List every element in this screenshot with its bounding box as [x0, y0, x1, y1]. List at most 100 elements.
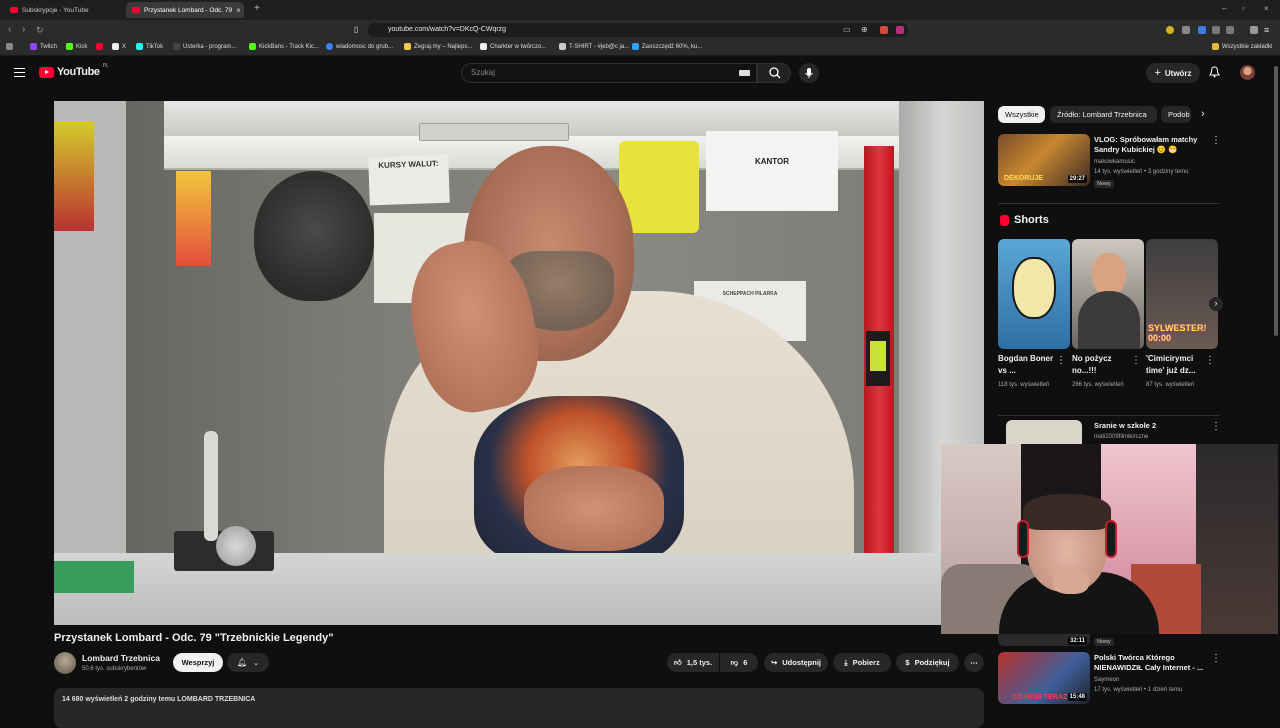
extensions-puzzle-icon[interactable] [1212, 26, 1220, 34]
streamer-hand [1053, 570, 1089, 594]
card-terminal-pen [204, 431, 218, 541]
bookmark-kickbans[interactable]: KickBans - Track Kic... [249, 43, 319, 50]
tab-current-video[interactable]: Przystanek Lombard - Odc. 79 × [126, 2, 244, 18]
voice-search-button[interactable] [799, 63, 819, 83]
page-scrollbar[interactable] [1274, 66, 1278, 336]
level-vial [870, 341, 886, 371]
like-button[interactable]: 👍︎ 1,5 tys. [667, 653, 719, 672]
short-views: 87 tys. wyświetleń [1146, 382, 1195, 388]
extension-sound-icon[interactable] [1198, 26, 1206, 34]
search-button[interactable] [757, 63, 791, 83]
forward-icon[interactable]: › [22, 24, 25, 36]
rec-channel[interactable]: Saymeon [1094, 676, 1119, 685]
shorts-icon [1000, 214, 1009, 226]
bookmarks-folder[interactable]: Wszystkie zakładki [1212, 43, 1272, 50]
keyboard-icon[interactable] [739, 70, 750, 76]
person-face [1092, 253, 1126, 295]
dislike-button[interactable]: 👎︎ 6 [720, 653, 758, 672]
rec-title[interactable]: Sranie w szkole 2 [1094, 421, 1156, 431]
close-tab-icon[interactable]: × [236, 6, 241, 15]
bookmark-twitch[interactable]: Twitch [30, 43, 57, 50]
notification-settings-button[interactable]: 🔔︎ ⌄ [227, 653, 269, 672]
bookmark-youtube[interactable] [96, 43, 103, 50]
minimize-icon[interactable]: – [1222, 4, 1226, 13]
thanks-button[interactable]: $ Podziękuj [896, 653, 959, 672]
bookmark-wiadomosc[interactable]: wiadomosc do grub... [326, 43, 393, 50]
thumbs-up-icon: 👍︎ [673, 657, 682, 667]
apps-grid-icon[interactable] [6, 43, 13, 50]
extension-coin-icon[interactable] [1166, 26, 1174, 34]
video-player[interactable]: KURSY WALUT: KANTOR SCHEPPACH PILARKA [54, 101, 984, 625]
chip-source-channel[interactable]: Źródło: Lombard Trzebnica [1050, 106, 1157, 123]
bookmark-tshirt[interactable]: T-SHIRT - #jeb@c ja... [559, 43, 629, 50]
search-input[interactable]: Szukaj [461, 63, 757, 83]
cast-icon[interactable]: ▭ [843, 24, 851, 36]
bookmark-zaoszczedz[interactable]: Zaoszczędź 60%, ku... [632, 43, 702, 50]
new-badge: Nowy [1094, 638, 1114, 646]
short-thumbnail[interactable]: SYLWESTER! 00:00 [1146, 239, 1218, 349]
close-window-icon[interactable]: × [1264, 4, 1269, 13]
bookmark-zegraj[interactable]: Zegraj.my – Najleps... [404, 43, 472, 50]
channel-name[interactable]: Lombard Trzebnica [82, 653, 160, 663]
short-title[interactable]: 'Cimicirymci time' już dz... [1146, 353, 1204, 377]
download-button[interactable]: ⤓ Pobierz [833, 653, 891, 672]
create-button[interactable]: + Utwórz [1146, 63, 1200, 83]
new-tab-icon[interactable]: + [254, 3, 260, 14]
rec-thumbnail[interactable]: 32:11 [998, 634, 1090, 646]
rec-thumbnail[interactable] [1006, 420, 1082, 444]
extension-shield-icon[interactable] [880, 26, 888, 34]
notifications-bell-icon[interactable] [1209, 66, 1220, 81]
chevron-right-icon[interactable]: › [1201, 108, 1205, 120]
bookmark-charkter[interactable]: Charkter w twórczo... [480, 43, 546, 50]
short-title[interactable]: No pożycz no...!!! [1072, 353, 1130, 377]
shorts-next-icon[interactable]: › [1209, 297, 1223, 311]
bookmark-x[interactable]: X [112, 43, 126, 50]
webcam-overlay [941, 444, 1278, 634]
hamburger-menu-icon[interactable] [14, 68, 25, 77]
youtube-favicon-icon [132, 7, 140, 13]
youtube-logo[interactable]: YouTube PL [39, 63, 109, 78]
bookmark-kick[interactable]: Kick [66, 43, 87, 50]
reload-icon[interactable]: ↻ [36, 24, 44, 36]
rec-channel[interactable]: mati2009filmikirczne [1094, 433, 1148, 442]
bookmark-tiktok[interactable]: TikTok [136, 43, 163, 50]
support-button[interactable]: Wesprzyj [173, 653, 223, 672]
extension-triangle-icon[interactable] [896, 26, 904, 34]
sidebar-panel-icon[interactable] [1226, 26, 1234, 34]
browser-tab-bar: Subskrypcje - YouTube Przystanek Lombard… [0, 0, 1280, 20]
bookmark-usterka[interactable]: Usterka - program... [173, 43, 236, 50]
back-icon[interactable]: ‹ [8, 24, 11, 36]
browser-menu-icon[interactable]: ≡ [1264, 24, 1269, 36]
chip-all[interactable]: Wszystkie [998, 106, 1045, 123]
tab-subscriptions[interactable]: Subskrypcje - YouTube [4, 2, 122, 18]
more-vert-icon[interactable]: ⋮ [1205, 355, 1215, 366]
rec-title[interactable]: Polski Twórca Którego NIENAWIDZIŁ Cały I… [1094, 653, 1206, 673]
maximize-icon[interactable]: ▫ [1242, 4, 1245, 13]
more-vert-icon[interactable]: ⋮ [1131, 355, 1141, 366]
more-vert-icon[interactable]: ⋮ [1056, 355, 1066, 366]
media-control-icon[interactable] [1250, 26, 1258, 34]
short-thumbnail[interactable] [998, 239, 1070, 349]
extension-link-icon[interactable] [1182, 26, 1190, 34]
share-button[interactable]: ↪ Udostępnij [764, 653, 828, 672]
short-thumbnail[interactable] [1072, 239, 1144, 349]
video-duration: 32:11 [1067, 637, 1087, 645]
more-vert-icon[interactable]: ⋮ [1211, 421, 1221, 432]
rec-title[interactable]: VLOG: Spróbowałam matchy Sandry Kubickie… [1094, 135, 1206, 155]
new-badge: Nowy [1094, 180, 1114, 188]
channel-avatar[interactable] [54, 652, 76, 674]
webcam-wall-right [1196, 444, 1278, 634]
description-box[interactable]: 14 680 wyświetleń 2 godziny temu LOMBARD… [54, 688, 984, 728]
more-vert-icon[interactable]: ⋮ [1211, 135, 1221, 146]
short-title[interactable]: Bogdan Boner vs ... [998, 353, 1056, 377]
bookmark-icon[interactable]: ▯ [354, 24, 358, 36]
chip-similar[interactable]: Podob [1161, 106, 1191, 123]
more-vert-icon[interactable]: ⋮ [1211, 653, 1221, 664]
rec-channel[interactable]: makowkamusic [1094, 158, 1135, 167]
rec-thumbnail[interactable]: DEKORUJE 29:27 [998, 134, 1090, 186]
more-actions-button[interactable]: ⋯ [964, 653, 984, 672]
rec-thumbnail[interactable]: CO ROBI TERAZ 15:48 [998, 652, 1090, 704]
zoom-icon[interactable]: ⊕ [861, 24, 868, 36]
user-avatar[interactable] [1240, 65, 1255, 80]
url-input[interactable]: youtube.com/watch?v=DKcQ-CWqrzg [368, 23, 908, 37]
